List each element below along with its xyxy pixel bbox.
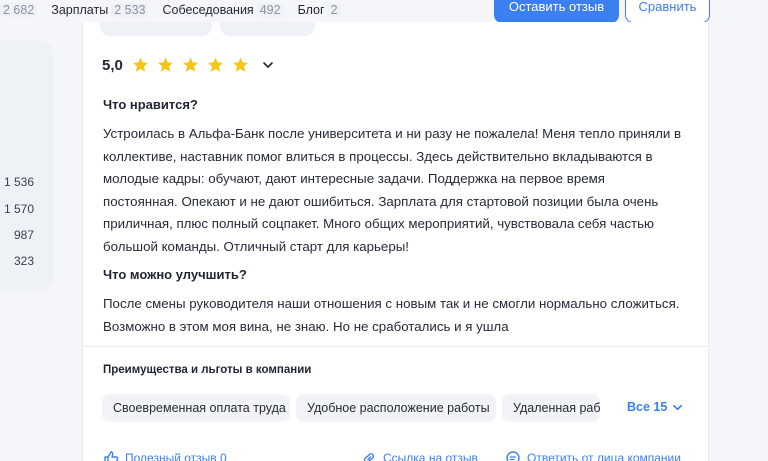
- tag-pill: [220, 22, 315, 36]
- reply-as-company-button[interactable]: Ответить от лица компании: [505, 450, 681, 461]
- compare-button[interactable]: Сравнить: [625, 0, 710, 23]
- rating-count: 1 536: [3, 175, 34, 189]
- review-link-label: Ссылка на отзыв: [383, 451, 478, 461]
- tab-salaries-count: 2 533: [111, 3, 149, 17]
- star-icon: [132, 57, 148, 72]
- improve-text: После смены руководителя наши отношения …: [103, 296, 680, 334]
- reply-label: Ответить от лица компании: [527, 451, 681, 461]
- chevron-down-icon[interactable]: [262, 59, 274, 71]
- helpful-label: Полезный отзыв 0: [125, 451, 227, 461]
- benefit-chip[interactable]: Удаленная работа: [502, 394, 600, 422]
- comment-icon: [506, 451, 520, 461]
- tab-blog-count: 2: [327, 3, 341, 17]
- rating-value: 5,0: [102, 56, 123, 74]
- helpful-button[interactable]: Полезный отзыв 0: [103, 450, 227, 461]
- company-tabs: 2 682 Зарплаты 2 533 Собеседования 492 Б…: [0, 0, 355, 20]
- star-icon: [182, 57, 198, 72]
- rating-count: 987: [13, 228, 34, 242]
- review-rating[interactable]: 5,0: [102, 56, 274, 74]
- chevron-down-icon: [673, 404, 683, 410]
- benefit-chip[interactable]: Своевременная оплата труда: [102, 394, 290, 422]
- tab-reviews-count[interactable]: 2 682: [0, 3, 38, 17]
- star-icon: [232, 57, 248, 72]
- likes-text: Устроилась в Альфа-Банк после университе…: [103, 126, 682, 254]
- rating-count: 1 570: [3, 202, 34, 216]
- benefits-more-link[interactable]: Все 15: [627, 400, 683, 414]
- improve-heading: Что можно улучшить?: [103, 267, 247, 282]
- benefits-more-label: Все 15: [627, 400, 668, 414]
- divider: [82, 346, 709, 347]
- rating-count: 323: [13, 254, 34, 268]
- benefit-chip[interactable]: Удобное расположение работы: [296, 394, 496, 422]
- tab-blog[interactable]: Блог: [298, 3, 325, 17]
- likes-heading: Что нравится?: [103, 97, 198, 112]
- leave-review-button[interactable]: Оставить отзыв: [494, 0, 619, 23]
- thumbs-up-icon: [104, 451, 119, 461]
- link-icon: [363, 453, 375, 461]
- tab-salaries[interactable]: Зарплаты: [51, 3, 108, 17]
- tag-pill: [100, 22, 212, 36]
- tab-interviews-count: 492: [256, 3, 284, 17]
- benefits-heading: Преимущества и льготы в компании: [103, 364, 312, 376]
- star-icon: [207, 57, 223, 72]
- star-icon: [157, 57, 173, 72]
- review-link-button[interactable]: Ссылка на отзыв: [361, 450, 478, 461]
- tab-interviews[interactable]: Собеседования: [162, 3, 253, 17]
